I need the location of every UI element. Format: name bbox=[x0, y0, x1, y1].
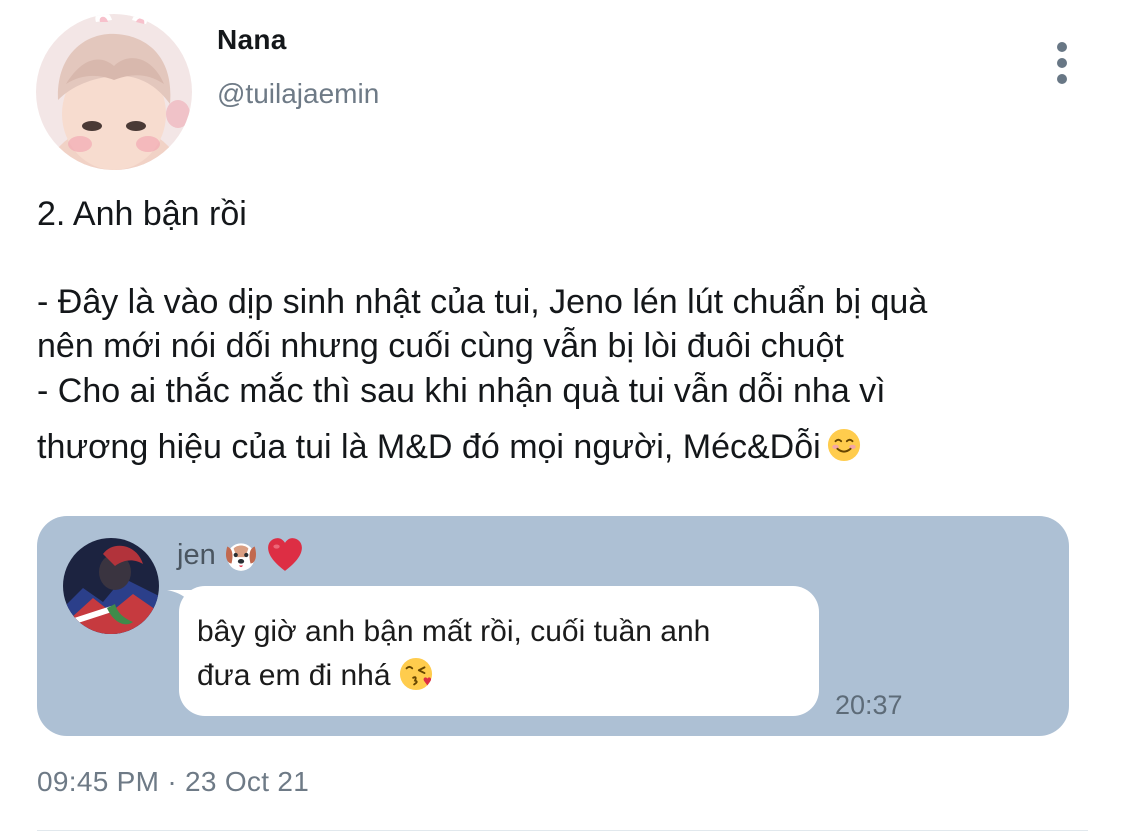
more-vertical-icon bbox=[1057, 42, 1067, 52]
author-avatar[interactable] bbox=[36, 14, 192, 170]
chat-message-line-with-emoji: đưa em đi nhá bbox=[197, 654, 710, 698]
author-display-name[interactable]: Nana bbox=[217, 24, 287, 56]
tweet-line: thương hiệu của tui là M&D đó mọi người,… bbox=[37, 427, 821, 466]
chat-message-text: bây giờ anh bận mất rồi, cuối tuần anh đ… bbox=[197, 610, 710, 698]
more-icon-dot bbox=[1057, 58, 1067, 68]
red-heart-icon bbox=[267, 538, 302, 571]
tweet-line: nên mới nói dối nhưng cuối cùng vẫn bị l… bbox=[37, 327, 844, 366]
chat-sender: jen bbox=[177, 536, 304, 574]
tweet-line: 2. Anh bận rồi bbox=[37, 195, 247, 233]
avatar-photo bbox=[36, 14, 192, 170]
tweet-line: - Cho ai thắc mắc thì sau khi nhận quà t… bbox=[37, 371, 886, 410]
chat-sender-avatar bbox=[63, 538, 159, 634]
smiling-face-icon bbox=[827, 428, 860, 461]
more-icon-dot bbox=[1057, 74, 1067, 84]
face-blowing-kiss-icon bbox=[399, 657, 432, 691]
chat-message-time: 20:37 bbox=[835, 690, 903, 720]
tweet-line-with-emoji: thương hiệu của tui là M&D đó mọi người,… bbox=[37, 425, 1107, 469]
chat-message-line: đưa em đi nhá bbox=[197, 659, 391, 692]
chat-sender-name: jen bbox=[177, 538, 216, 571]
dog-face-icon bbox=[225, 543, 256, 571]
chat-avatar-photo bbox=[63, 538, 159, 634]
tweet-text: 2. Anh bận rồi - Đây là vào dịp sinh nhậ… bbox=[37, 192, 1107, 469]
attached-chat-image[interactable]: jen bây giờ anh bận mất rồi, cuối tuần a… bbox=[37, 516, 1069, 736]
tweet-line: - Đây là vào dịp sinh nhật của tui, Jeno… bbox=[37, 283, 928, 322]
chat-message-line: bây giờ anh bận mất rồi, cuối tuần anh bbox=[197, 615, 711, 648]
author-handle[interactable]: @tuilajaemin bbox=[217, 78, 379, 110]
more-options-button[interactable] bbox=[1040, 36, 1084, 90]
divider bbox=[37, 830, 1088, 831]
tweet-timestamp[interactable]: 09:45 PM · 23 Oct 21 bbox=[37, 766, 309, 798]
